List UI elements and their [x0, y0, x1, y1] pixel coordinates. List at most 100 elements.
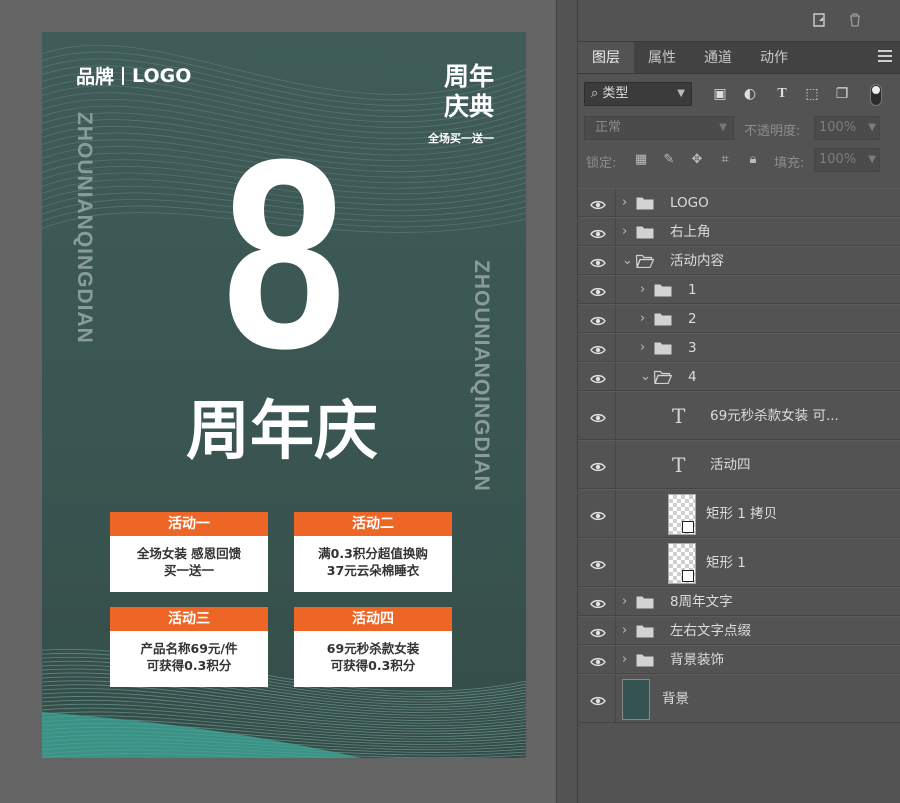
chevron-down-icon: ▼	[719, 122, 727, 133]
chevron-down-icon[interactable]: ⌄	[640, 369, 651, 385]
layer-row[interactable]: › 背景装饰	[578, 645, 900, 674]
folder-icon	[636, 624, 654, 638]
layer-name: 3	[688, 339, 697, 356]
chevron-right-icon[interactable]: ›	[622, 224, 627, 240]
layer-row[interactable]: ⌄ 活动内容	[578, 246, 900, 275]
layer-row[interactable]: T 活动四	[578, 440, 900, 489]
eye-icon	[590, 344, 606, 354]
layers-panel: 图层 属性 通道 动作 ⌕ 类型 ▼ ▣ ◐ T ⬚ ❐ 正常 ▼ 不透明度: …	[578, 0, 900, 803]
filter-toggle[interactable]	[870, 84, 882, 106]
divider-line	[556, 0, 557, 803]
poster-artwork[interactable]: 品牌 LOGO 周年 庆典 全场买一送一 ZHOUNIANQINGDIAN ZH…	[42, 32, 526, 758]
layer-row[interactable]: 矩形 1 拷贝	[578, 489, 900, 538]
layer-row[interactable]: T 69元秒杀款女装 可...	[578, 391, 900, 440]
layer-name: 活动四	[710, 456, 751, 473]
layer-row[interactable]: › 1	[578, 275, 900, 304]
activity-card-title: 活动四	[294, 607, 452, 631]
tab-actions[interactable]: 动作	[746, 42, 802, 73]
trash-icon[interactable]	[846, 12, 864, 30]
chevron-right-icon[interactable]: ›	[640, 311, 645, 327]
shape-filter-icon[interactable]: ⬚	[802, 84, 822, 104]
fill-field[interactable]: 100% ▼	[814, 148, 880, 172]
layer-visibility-toggle[interactable]	[578, 588, 616, 615]
layer-row[interactable]: › 左右文字点缀	[578, 616, 900, 645]
layer-row[interactable]: › LOGO	[578, 188, 900, 217]
type-filter-icon[interactable]: T	[772, 84, 792, 104]
tab-properties[interactable]: 属性	[634, 42, 690, 73]
layer-visibility-toggle[interactable]	[578, 617, 616, 644]
eye-icon	[590, 412, 606, 422]
layer-row[interactable]: › 3	[578, 333, 900, 362]
document-canvas[interactable]: 品牌 LOGO 周年 庆典 全场买一送一 ZHOUNIANQINGDIAN ZH…	[0, 0, 556, 803]
chevron-right-icon[interactable]: ›	[640, 282, 645, 298]
layer-visibility-toggle[interactable]	[578, 490, 616, 537]
tab-channels[interactable]: 通道	[690, 42, 746, 73]
layer-visibility-toggle[interactable]	[578, 276, 616, 303]
chevron-right-icon[interactable]: ›	[622, 195, 627, 211]
lock-position-icon[interactable]: ✥	[688, 151, 706, 169]
opacity-value: 100%	[819, 120, 857, 135]
layer-name: 4	[688, 368, 697, 385]
layer-visibility-toggle[interactable]	[578, 539, 616, 586]
folder-icon	[654, 312, 672, 326]
blend-row: 正常 ▼ 不透明度: 100% ▼	[578, 112, 900, 144]
opacity-field[interactable]: 100% ▼	[814, 116, 880, 140]
chevron-right-icon[interactable]: ›	[622, 594, 627, 610]
layer-visibility-toggle[interactable]	[578, 334, 616, 361]
brand-logo: 品牌 LOGO	[76, 62, 191, 89]
adjustment-filter-icon[interactable]: ◐	[740, 84, 760, 104]
activity-card-body: 69元秒杀款女装 可获得0.3积分	[294, 631, 452, 674]
folder-icon	[636, 595, 654, 609]
layer-visibility-toggle[interactable]	[578, 305, 616, 332]
layer-row[interactable]: ⌄ 4	[578, 362, 900, 391]
brand-label: 品牌	[76, 66, 115, 88]
chevron-down-icon[interactable]: ⌄	[622, 253, 633, 269]
tab-layers[interactable]: 图层	[578, 42, 634, 73]
panel-tabs: 图层 属性 通道 动作	[578, 42, 900, 74]
corner-title: 周年 庆典	[444, 62, 494, 122]
lock-all-icon[interactable]: 🔒︎	[744, 151, 762, 169]
lock-brush-icon[interactable]: ✎	[660, 151, 678, 169]
layer-name: 右上角	[670, 223, 711, 240]
layer-row[interactable]: 矩形 1	[578, 538, 900, 587]
image-filter-icon[interactable]: ▣	[710, 84, 730, 104]
chevron-right-icon[interactable]: ›	[622, 652, 627, 668]
panel-divider[interactable]	[556, 0, 578, 803]
activity-card-line: 37元云朵棉睡衣	[326, 563, 420, 578]
layer-row[interactable]: › 2	[578, 304, 900, 333]
layer-row[interactable]: › 8周年文字	[578, 587, 900, 616]
layer-visibility-toggle[interactable]	[578, 646, 616, 673]
activity-card-line: 可获得0.3积分	[330, 658, 416, 673]
blend-mode-value: 正常	[595, 120, 622, 135]
fill-label: 填充:	[774, 156, 805, 171]
panel-menu-icon[interactable]	[878, 50, 892, 65]
smart-object-filter-icon[interactable]: ❐	[832, 84, 852, 104]
layer-visibility-toggle[interactable]	[578, 392, 616, 439]
layer-row[interactable]: 背景	[578, 674, 900, 723]
layer-filter-select[interactable]: ⌕ 类型 ▼	[584, 82, 692, 106]
layer-visibility-toggle[interactable]	[578, 363, 616, 390]
chevron-right-icon[interactable]: ›	[640, 340, 645, 356]
eye-icon	[590, 257, 606, 267]
layer-visibility-toggle[interactable]	[578, 218, 616, 245]
eye-icon	[590, 373, 606, 383]
corner-title-line1: 周年	[443, 62, 494, 91]
chevron-right-icon[interactable]: ›	[622, 623, 627, 639]
lock-artboard-icon[interactable]: ⌗	[716, 151, 734, 169]
blend-mode-select[interactable]: 正常 ▼	[584, 116, 734, 140]
new-layer-icon[interactable]	[810, 12, 828, 30]
big-number-eight: 8	[222, 104, 346, 405]
layer-visibility-toggle[interactable]	[578, 247, 616, 274]
text-layer-icon: T	[672, 403, 686, 428]
activity-card-1: 活动一 全场女装 感恩回馈 买一送一	[110, 512, 268, 592]
layer-row[interactable]: › 右上角	[578, 217, 900, 246]
activity-card-line: 全场女装 感恩回馈	[136, 546, 242, 561]
layer-visibility-toggle[interactable]	[578, 189, 616, 216]
layer-visibility-toggle[interactable]	[578, 675, 616, 722]
lock-transparent-icon[interactable]: ▦	[632, 151, 650, 169]
layer-name: 8周年文字	[670, 593, 733, 610]
activity-card-line: 满0.3积分超值换购	[318, 546, 428, 561]
folder-icon	[635, 254, 655, 268]
layer-visibility-toggle[interactable]	[578, 441, 616, 488]
activity-card-body: 满0.3积分超值换购 37元云朵棉睡衣	[294, 536, 452, 579]
